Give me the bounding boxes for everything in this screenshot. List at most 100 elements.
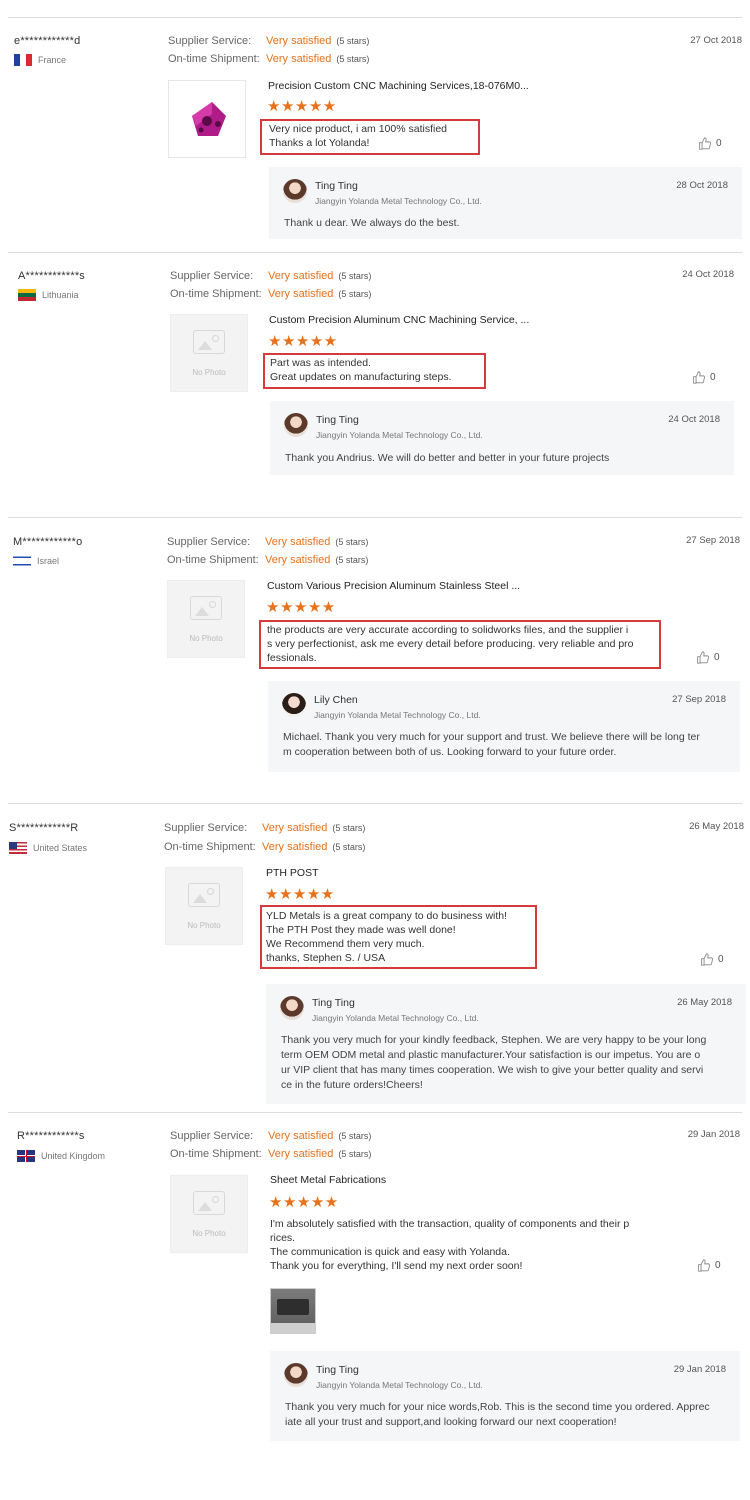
product-thumbnail[interactable]: No Photo <box>167 580 245 658</box>
like-count: 0 <box>718 954 724 965</box>
product-thumbnail[interactable]: No Photo <box>170 1175 248 1253</box>
review-date: 26 May 2018 <box>689 821 744 832</box>
like-button[interactable]: 0 <box>700 953 724 966</box>
israel-flag-icon <box>13 555 31 567</box>
review-date: 24 Oct 2018 <box>682 269 734 280</box>
review-comment: Very nice product, i am 100% satisfied T… <box>269 123 448 149</box>
supplier-service-rating: Supplier Service: Very satisfied (5 stars) <box>168 35 370 47</box>
reply-author: Lily Chen <box>314 694 358 706</box>
like-count: 0 <box>716 138 722 149</box>
review-comment: the products are very accurate according… <box>267 624 634 664</box>
reply-company: Jiangyin Yolanda Metal Technology Co., L… <box>312 1013 479 1023</box>
on-time-shipment-rating: On-time Shipment: Very satisfied (5 stars) <box>168 53 370 65</box>
like-button[interactable]: 0 <box>692 371 716 384</box>
buyer-country: United States <box>9 842 87 854</box>
supplier-service-rating: Supplier Service: Very satisfied (5 stars) <box>164 822 366 834</box>
review-comment: I'm absolutely satisfied with the transa… <box>270 1218 630 1272</box>
review-date: 29 Jan 2018 <box>687 1129 740 1140</box>
no-photo-icon <box>193 1190 225 1215</box>
review-date: 27 Sep 2018 <box>686 535 740 546</box>
supplier-reply: Ting Ting Jiangyin Yolanda Metal Technol… <box>270 1351 740 1441</box>
usa-flag-icon <box>9 842 27 854</box>
product-title-link[interactable]: Custom Various Precision Aluminum Stainl… <box>267 580 520 592</box>
buyer-country: Lithuania <box>18 289 79 301</box>
review-card: e************d France Supplier Service: V… <box>8 18 742 253</box>
thumbs-up-icon <box>693 371 705 384</box>
like-count: 0 <box>715 1260 721 1271</box>
review-card: M************o Israel Supplier Service: V… <box>8 518 742 804</box>
thumbs-up-icon <box>698 1259 710 1272</box>
reply-company: Jiangyin Yolanda Metal Technology Co., L… <box>315 196 482 206</box>
reply-date: 26 May 2018 <box>677 997 732 1008</box>
thumbs-up-icon <box>697 651 709 664</box>
review-comment: YLD Metals is a great company to do busi… <box>266 910 508 964</box>
avatar <box>283 179 307 203</box>
country-label: United States <box>33 843 88 853</box>
reply-date: 28 Oct 2018 <box>676 180 728 191</box>
uk-flag-icon <box>17 1150 35 1162</box>
reply-author: Ting Ting <box>316 1364 359 1376</box>
buyer-name: M************o <box>13 536 83 548</box>
avatar <box>284 413 308 437</box>
reply-author: Ting Ting <box>315 180 358 192</box>
product-title-link[interactable]: Custom Precision Aluminum CNC Machining … <box>269 314 529 326</box>
reply-author: Ting Ting <box>312 997 355 1009</box>
cnc-part-image <box>192 102 226 136</box>
review-attachment-image[interactable] <box>270 1288 316 1334</box>
country-label: Lithuania <box>42 290 79 300</box>
reply-text: Thank you very much for your nice words,… <box>285 1401 710 1428</box>
france-flag-icon <box>14 54 32 66</box>
buyer-country: United Kingdom <box>17 1150 105 1162</box>
review-date: 27 Oct 2018 <box>690 35 742 46</box>
avatar <box>280 996 304 1020</box>
buyer-name: R************s <box>17 1130 85 1142</box>
reply-company: Jiangyin Yolanda Metal Technology Co., L… <box>314 710 481 720</box>
product-thumbnail[interactable]: No Photo <box>165 867 243 945</box>
product-title-link[interactable]: Sheet Metal Fabrications <box>270 1174 386 1186</box>
product-title-link[interactable]: PTH POST <box>266 867 319 879</box>
avatar <box>282 693 306 717</box>
product-title-link[interactable]: Precision Custom CNC Machining Services,… <box>268 80 529 92</box>
review-comment: Part was as intended. Great updates on m… <box>270 357 452 383</box>
five-star-rating-icon: ★★★★★ <box>268 333 338 350</box>
review-card: S************R United States Supplier Se… <box>8 804 746 1113</box>
no-photo-label: No Photo <box>189 633 223 643</box>
supplier-reply: Ting Ting Jiangyin Yolanda Metal Technol… <box>269 167 742 239</box>
like-button[interactable]: 0 <box>697 1259 721 1272</box>
on-time-shipment-rating: On-time Shipment: Very satisfied (5 stars) <box>164 841 366 853</box>
reply-text: Thank you very much for your kindly feed… <box>281 1034 707 1091</box>
product-thumbnail[interactable] <box>168 80 246 158</box>
five-star-rating-icon: ★★★★★ <box>266 599 336 616</box>
five-star-rating-icon: ★★★★★ <box>267 98 337 115</box>
avatar <box>284 1363 308 1387</box>
buyer-name: A************s <box>18 270 86 282</box>
supplier-service-rating: Supplier Service: Very satisfied (5 stars) <box>170 1130 372 1142</box>
five-star-rating-icon: ★★★★★ <box>265 886 335 903</box>
supplier-reply: Ting Ting Jiangyin Yolanda Metal Technol… <box>270 401 734 475</box>
like-button[interactable]: 0 <box>696 651 720 664</box>
reply-date: 29 Jan 2018 <box>673 1364 726 1375</box>
review-card: A************s Lithuania Supplier Servic… <box>8 253 742 518</box>
five-star-rating-icon: ★★★★★ <box>269 1194 339 1211</box>
no-photo-label: No Photo <box>192 1228 226 1238</box>
like-count: 0 <box>710 372 716 383</box>
lithuania-flag-icon <box>18 289 36 301</box>
on-time-shipment-rating: On-time Shipment: Very satisfied (5 stars) <box>170 1148 372 1160</box>
reply-date: 27 Sep 2018 <box>672 694 726 705</box>
thumbs-up-icon <box>699 137 711 150</box>
reply-company: Jiangyin Yolanda Metal Technology Co., L… <box>316 430 483 440</box>
review-card: R************s United Kingdom Supplier S… <box>8 1113 742 1453</box>
product-thumbnail[interactable]: No Photo <box>170 314 248 392</box>
on-time-shipment-rating: On-time Shipment: Very satisfied (5 stars) <box>170 288 372 300</box>
reply-date: 24 Oct 2018 <box>668 414 720 425</box>
reply-text: Thank u dear. We always do the best. <box>284 217 460 229</box>
buyer-country: Israel <box>13 555 59 567</box>
country-label: France <box>38 55 67 65</box>
like-button[interactable]: 0 <box>698 137 722 150</box>
reply-text: Thank you Andrius. We will do better and… <box>285 452 610 464</box>
buyer-name: e************d <box>14 35 81 47</box>
country-label: United Kingdom <box>41 1151 106 1161</box>
supplier-service-rating: Supplier Service: Very satisfied (5 stars) <box>170 270 372 282</box>
buyer-country: France <box>14 54 66 66</box>
reply-company: Jiangyin Yolanda Metal Technology Co., L… <box>316 1380 483 1390</box>
